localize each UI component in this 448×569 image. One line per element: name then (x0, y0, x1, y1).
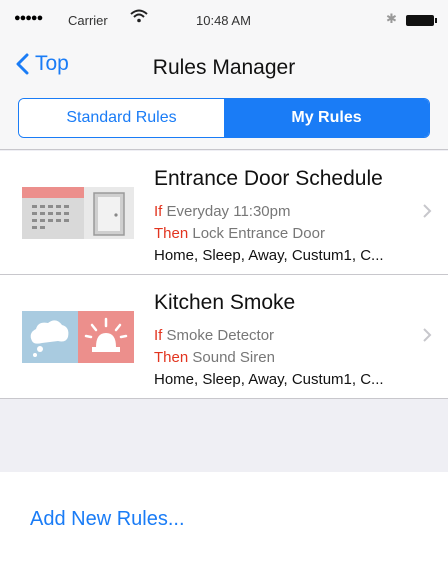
condition-text: Everyday 11:30pm (166, 203, 291, 220)
rule-modes: Home, Sleep, Away, Custum1, C... (154, 371, 384, 388)
if-keyword: If (154, 327, 163, 344)
rules-segmented-control: Standard Rules My Rules (18, 98, 430, 138)
calendar-door-icon (22, 187, 134, 239)
battery-icon (406, 15, 437, 26)
action-text: Lock Entrance Door (192, 225, 325, 242)
rule-condition: If Smoke Detector (154, 327, 274, 344)
chevron-right-icon (423, 204, 432, 218)
action-text: Sound Siren (192, 349, 275, 366)
add-new-rules-button[interactable]: Add New Rules... (30, 508, 185, 531)
wifi-icon (130, 9, 148, 26)
then-keyword: Then (154, 349, 189, 366)
page-title: Rules Manager (152, 56, 296, 79)
rule-condition: If Everyday 11:30pm (154, 203, 290, 220)
segment-standard-rules[interactable]: Standard Rules (19, 99, 224, 137)
rule-action: Then Lock Entrance Door (154, 225, 325, 242)
rule-modes: Home, Sleep, Away, Custum1, C... (154, 247, 384, 264)
carrier-label: Carrier (68, 13, 108, 28)
rule-title: Entrance Door Schedule (154, 167, 383, 190)
then-keyword: Then (154, 225, 189, 242)
rule-row-kitchen-smoke[interactable]: Kitchen Smoke If Smoke Detector Then Sou… (0, 275, 448, 399)
bluetooth-icon: ✱ (386, 11, 397, 26)
if-keyword: If (154, 203, 163, 220)
segment-my-rules[interactable]: My Rules (224, 99, 429, 137)
chevron-right-icon (423, 328, 432, 342)
clock: 10:48 AM (196, 13, 251, 28)
rules-list: Entrance Door Schedule If Everyday 11:30… (0, 151, 448, 399)
condition-text: Smoke Detector (166, 327, 275, 344)
rule-row-entrance-door[interactable]: Entrance Door Schedule If Everyday 11:30… (0, 151, 448, 275)
segment-bar: Standard Rules My Rules (0, 94, 448, 150)
section-spacer (0, 400, 448, 472)
rule-action: Then Sound Siren (154, 349, 275, 366)
navigation-bar: Top Rules Manager (0, 42, 448, 94)
add-rule-row: Add New Rules... (0, 472, 448, 569)
rule-title: Kitchen Smoke (154, 291, 296, 314)
status-bar: ●●●●● Carrier 10:48 AM ✱ (0, 0, 448, 42)
signal-strength: ●●●●● (14, 12, 43, 24)
smoke-siren-icon (22, 311, 134, 363)
